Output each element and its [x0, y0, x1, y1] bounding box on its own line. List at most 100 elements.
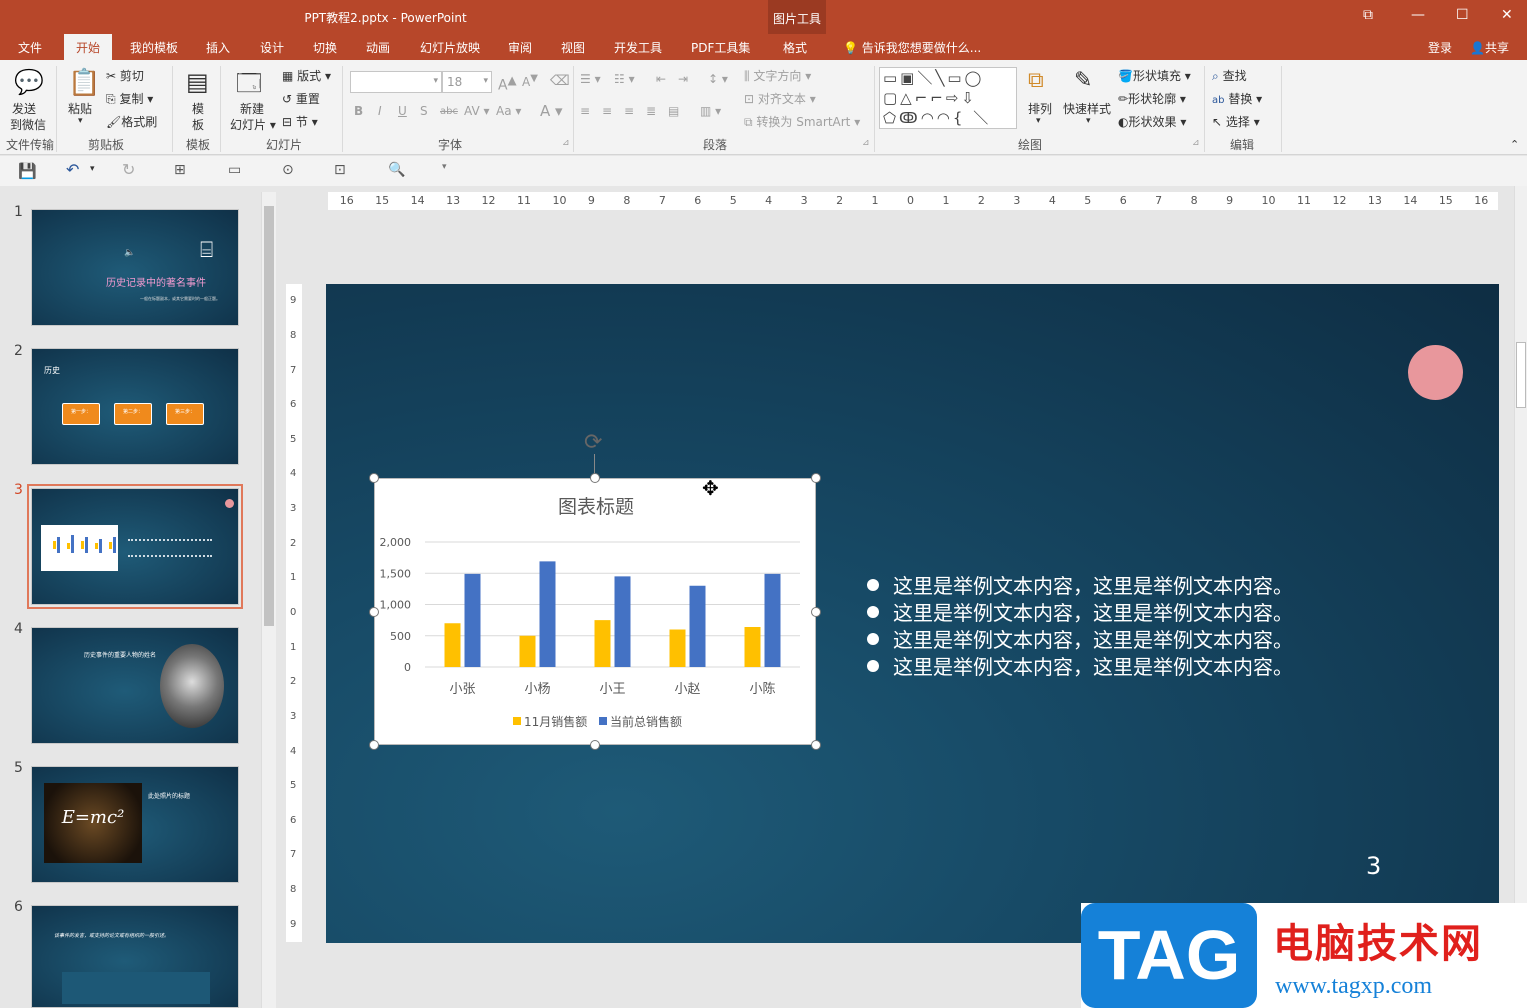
quick-styles-button[interactable]: 快速样式: [1063, 100, 1111, 117]
slide-panel-scrollbar[interactable]: [261, 192, 276, 1008]
resize-handle-sw[interactable]: [369, 740, 379, 750]
slide-thumbnail-6[interactable]: 该事件的发言，或支持的论文或有组织的一般引述。: [31, 905, 239, 1008]
tab-pdf-tools[interactable]: PDF工具集: [691, 39, 750, 56]
justify-icon[interactable]: ≣: [646, 104, 656, 118]
tab-insert[interactable]: 插入: [206, 39, 230, 56]
pink-circle-shape[interactable]: [1408, 345, 1463, 400]
slide-thumbnail-4[interactable]: 历史事件的重要人物的姓名: [31, 627, 239, 744]
quick-styles-dropdown-icon[interactable]: ▾: [1086, 116, 1091, 126]
customize-qat-icon[interactable]: ▾: [442, 162, 447, 172]
login-link[interactable]: 登录: [1428, 39, 1452, 56]
bullet-item[interactable]: 这里是举例文本内容，这里是举例文本内容。: [867, 624, 1293, 653]
slide-thumbnail-1[interactable]: 🔈 ⌸ 历史记录中的著名事件 一般在标题副本，或其它需要时的一般正题。: [31, 209, 239, 326]
tell-me-search[interactable]: 💡 告诉我您想要做什么...: [843, 39, 981, 56]
paragraph-dialog-launcher-icon[interactable]: ⊿: [862, 138, 870, 148]
send-wechat-line1[interactable]: 发送: [12, 100, 36, 117]
tab-developer[interactable]: 开发工具: [614, 39, 662, 56]
find-button[interactable]: ⌕ 查找: [1212, 67, 1247, 84]
font-dialog-launcher-icon[interactable]: ⊿: [562, 138, 570, 148]
resize-handle-n[interactable]: [590, 473, 600, 483]
collapse-ribbon-icon[interactable]: ⌃: [1510, 138, 1519, 151]
slide-thumbnail-2[interactable]: 历史 第一步： 第二步： 第三步：: [31, 348, 239, 465]
layout-button[interactable]: ▦ 版式 ▾: [282, 67, 331, 84]
shape-effects-button[interactable]: ◐形状效果 ▾: [1118, 113, 1186, 130]
font-name-input[interactable]: ▾: [350, 71, 442, 93]
distribute-icon[interactable]: ▤: [668, 104, 679, 118]
font-color-icon[interactable]: A ▾: [540, 102, 563, 120]
resize-handle-ne[interactable]: [811, 473, 821, 483]
increase-indent-icon[interactable]: ⇥: [678, 72, 688, 86]
resize-handle-s[interactable]: [590, 740, 600, 750]
shrink-font-icon[interactable]: A▼: [522, 73, 538, 89]
slide-panel-scroll-thumb[interactable]: [264, 206, 274, 626]
tab-format[interactable]: 格式: [783, 39, 807, 56]
copy-button[interactable]: ⎘ 复制 ▾: [106, 90, 153, 107]
bullet-item[interactable]: 这里是举例文本内容，这里是举例文本内容。: [867, 597, 1293, 626]
resize-handle-e[interactable]: [811, 607, 821, 617]
undo-dropdown-icon[interactable]: ▾: [90, 164, 95, 174]
shadow-icon[interactable]: S: [420, 104, 428, 118]
bold-icon[interactable]: B: [354, 104, 363, 118]
text-direction-button[interactable]: ⫼ 文字方向 ▾: [744, 67, 811, 84]
numbering-icon[interactable]: ☷ ▾: [614, 72, 635, 86]
send-wechat-line2[interactable]: 到微信: [10, 116, 46, 133]
shape-gallery[interactable]: ▭▣＼╲▭◯ ▢△⌐⌐⇨⇩ ⬠ↂ◠◠{ ＼: [879, 67, 1017, 129]
undo-icon[interactable]: ↶: [66, 160, 79, 179]
font-size-dropdown-icon[interactable]: ▾: [483, 76, 488, 86]
cut-button[interactable]: ✂ 剪切: [106, 67, 144, 84]
text-box-icon[interactable]: ▭: [228, 162, 241, 178]
italic-icon[interactable]: I: [378, 104, 382, 118]
paste-button[interactable]: 粘贴: [68, 100, 92, 117]
shape-fill-button[interactable]: 🪣形状填充 ▾: [1118, 67, 1191, 84]
align-left-icon[interactable]: ≡: [580, 104, 590, 118]
format-painter-button[interactable]: 🖌格式刷: [106, 113, 157, 130]
align-text-button[interactable]: ⊡ 对齐文本 ▾: [744, 90, 816, 107]
restore-ribbon-icon[interactable]: ⧉: [1363, 7, 1373, 23]
font-size-input[interactable]: 18 ▾: [442, 71, 492, 93]
tab-review[interactable]: 审阅: [508, 39, 532, 56]
resize-handle-w[interactable]: [369, 607, 379, 617]
slide-thumbnail-5[interactable]: E=mc² 此处照片的标题: [31, 766, 239, 883]
arrange-dropdown-icon[interactable]: ▾: [1036, 116, 1041, 126]
section-button[interactable]: ⊟ 节 ▾: [282, 113, 318, 130]
char-spacing-icon[interactable]: AV ▾: [464, 104, 490, 118]
grow-font-icon[interactable]: A▲: [498, 73, 517, 94]
align-right-icon[interactable]: ≡: [624, 104, 634, 118]
bullet-item[interactable]: 这里是举例文本内容，这里是举例文本内容。: [867, 651, 1293, 680]
font-name-dropdown-icon[interactable]: ▾: [433, 76, 438, 86]
change-case-icon[interactable]: Aa ▾: [496, 104, 521, 118]
replace-button[interactable]: ab 替换 ▾: [1212, 90, 1262, 107]
maximize-button[interactable]: ☐: [1456, 7, 1469, 23]
bullet-item[interactable]: 这里是举例文本内容，这里是举例文本内容。: [867, 570, 1293, 599]
bullets-icon[interactable]: ☰ ▾: [580, 72, 601, 86]
rotate-handle-icon[interactable]: ⟳: [584, 430, 602, 455]
decrease-indent-icon[interactable]: ⇤: [656, 72, 666, 86]
share-button[interactable]: 👤共享: [1470, 39, 1509, 56]
paste-dropdown-icon[interactable]: ▾: [78, 116, 83, 126]
slideshow-from-start-icon[interactable]: ⊞: [174, 162, 186, 178]
editor-scrollbar[interactable]: [1514, 186, 1527, 1008]
slide-thumbnail-3[interactable]: [27, 484, 243, 609]
tab-slideshow[interactable]: 幻灯片放映: [420, 39, 480, 56]
drawing-dialog-launcher-icon[interactable]: ⊿: [1192, 138, 1200, 148]
columns-icon[interactable]: ▥ ▾: [700, 104, 721, 118]
editor-scroll-thumb[interactable]: [1516, 342, 1526, 408]
clear-format-icon[interactable]: ⌫: [550, 73, 570, 89]
arrange-button[interactable]: 排列: [1028, 100, 1052, 117]
chart-object[interactable]: 图表标题 0 500 1,000 1,500 2,000 小张 小杨 小王 小赵 小陈 11月销售额 当…: [374, 478, 816, 745]
tab-view[interactable]: 视图: [561, 39, 585, 56]
line-spacing-icon[interactable]: ↕ ▾: [708, 72, 728, 86]
template-line1[interactable]: 模: [192, 100, 204, 117]
new-slide-line2[interactable]: 幻灯片 ▾: [230, 116, 276, 133]
redo-icon[interactable]: ↻: [122, 160, 135, 179]
strikethrough-icon[interactable]: abc: [440, 106, 458, 117]
resize-handle-se[interactable]: [811, 740, 821, 750]
tab-design[interactable]: 设计: [260, 39, 284, 56]
projector-icon[interactable]: ⊡: [334, 162, 346, 178]
shape-outline-button[interactable]: ✏形状轮廓 ▾: [1118, 90, 1186, 107]
tab-my-templates[interactable]: 我的模板: [130, 39, 178, 56]
template-line2[interactable]: 板: [192, 116, 204, 133]
smartart-button[interactable]: ⧉ 转换为 SmartArt ▾: [744, 113, 860, 130]
align-center-icon[interactable]: ≡: [602, 104, 612, 118]
new-slide-line1[interactable]: 新建: [240, 100, 264, 117]
